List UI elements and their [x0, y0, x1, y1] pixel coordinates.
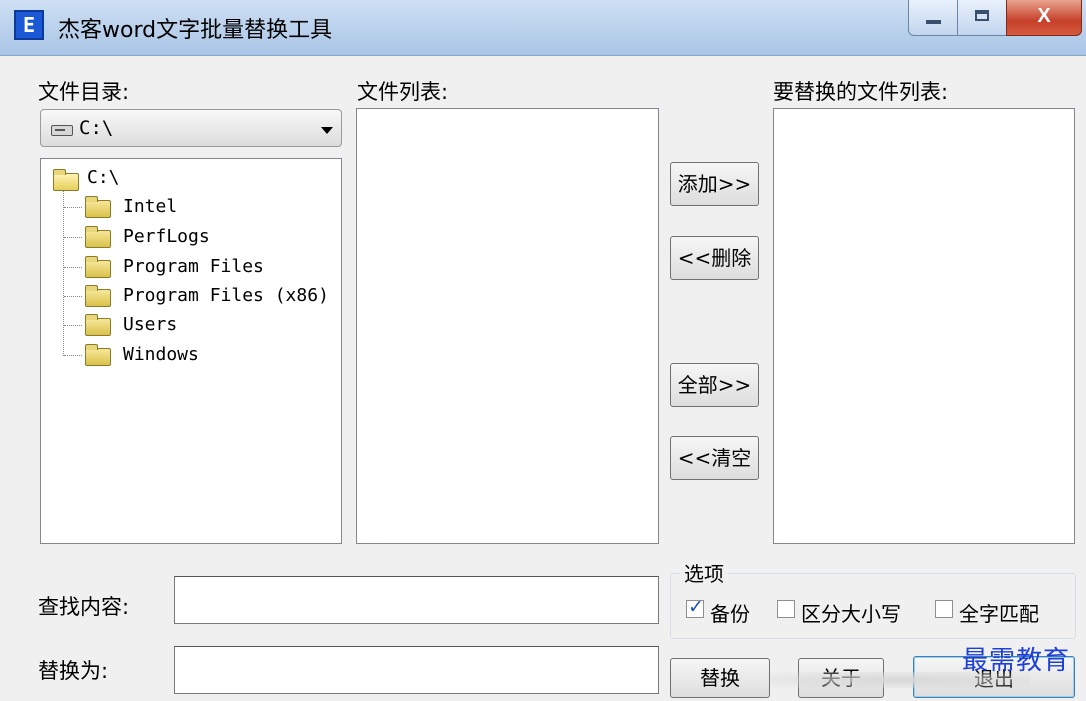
- tree-item-label: Users: [123, 314, 178, 335]
- backup-label: 备份: [710, 602, 750, 626]
- drive-select[interactable]: C:\: [40, 109, 342, 147]
- window-title: 杰客word文字批量替换工具: [58, 18, 333, 43]
- folder-icon: [85, 226, 111, 248]
- close-icon: X: [1037, 5, 1051, 27]
- tree-item-label: C:\: [87, 167, 120, 188]
- tree-connector: [63, 186, 64, 356]
- checkbox-icon: [777, 600, 795, 618]
- chevron-down-icon: [321, 127, 333, 134]
- tree-connector: [64, 355, 82, 356]
- replace-file-list[interactable]: [773, 108, 1075, 544]
- replace-with-label: 替换为:: [38, 659, 109, 683]
- folder-icon: [85, 285, 111, 307]
- maximize-button[interactable]: [957, 0, 1007, 36]
- tree-connector: [64, 296, 82, 297]
- tree-connector: [64, 267, 82, 268]
- whole-word-label: 全字匹配: [959, 602, 1039, 626]
- file-list[interactable]: [356, 108, 659, 544]
- file-list-label: 文件列表:: [357, 80, 449, 104]
- tree-item-label: Intel: [123, 196, 178, 217]
- folder-icon: [85, 256, 111, 278]
- app-icon: E: [14, 10, 44, 40]
- drive-select-value: C:\: [79, 117, 114, 139]
- tree-connector: [64, 237, 82, 238]
- find-label: 查找内容:: [38, 595, 130, 619]
- title-bar: E 杰客word文字批量替换工具 X: [0, 0, 1086, 56]
- find-input[interactable]: [174, 576, 659, 624]
- watermark-text: 最需教育: [962, 646, 1071, 676]
- tree-connector: [64, 207, 82, 208]
- close-button[interactable]: X: [1006, 0, 1082, 36]
- clear-button[interactable]: <<清空: [670, 436, 759, 480]
- drive-icon: [51, 125, 73, 136]
- tree-item-label: PerfLogs: [123, 226, 210, 247]
- tree-connector: [64, 325, 82, 326]
- maximize-icon: [975, 10, 989, 21]
- directory-tree[interactable]: C:\ Intel PerfLogs Program Files Program…: [40, 158, 342, 544]
- folder-icon: [85, 196, 111, 218]
- remove-button[interactable]: <<删除: [670, 236, 759, 280]
- case-sensitive-label: 区分大小写: [801, 602, 901, 626]
- replace-list-label: 要替换的文件列表:: [773, 80, 949, 104]
- minimize-button[interactable]: [908, 0, 958, 36]
- folder-icon: [85, 344, 111, 366]
- folder-icon: [85, 314, 111, 336]
- add-all-button[interactable]: 全部>>: [670, 363, 759, 407]
- replace-input[interactable]: [174, 646, 659, 694]
- tree-item-label: Windows: [123, 344, 199, 365]
- options-group-title: 选项: [680, 558, 728, 587]
- tree-item-label: Program Files (x86): [123, 285, 329, 306]
- replace-button[interactable]: 替换: [670, 658, 770, 698]
- checkbox-checked-icon: [686, 596, 704, 618]
- file-dir-label: 文件目录:: [38, 80, 130, 104]
- checkbox-icon: [935, 600, 953, 618]
- minimize-icon: [926, 20, 941, 24]
- tree-item-label: Program Files: [123, 256, 264, 277]
- add-button[interactable]: 添加>>: [670, 162, 759, 206]
- folder-open-icon: [53, 169, 79, 191]
